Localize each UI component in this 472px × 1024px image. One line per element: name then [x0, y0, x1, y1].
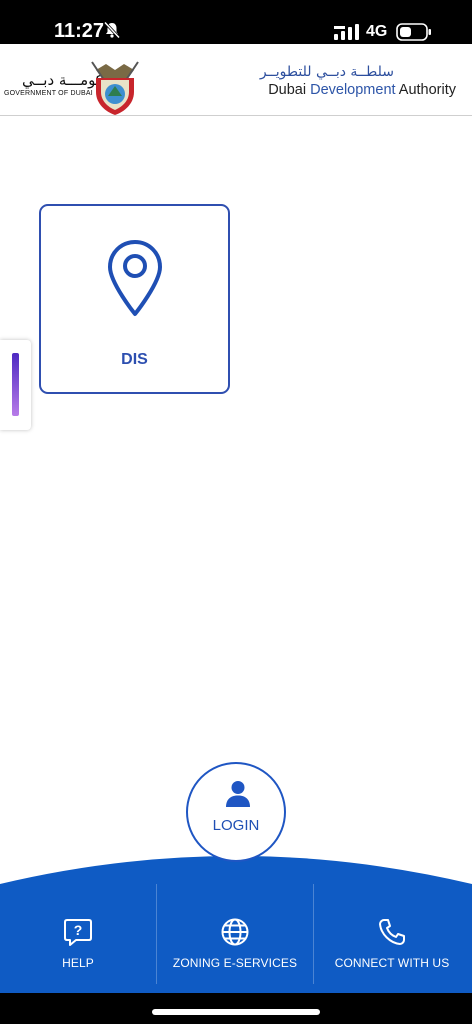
login-label: LOGIN [212, 817, 260, 834]
home-indicator[interactable] [152, 1009, 320, 1015]
header: حكومـــة دبــي GOVERNMENT OF DUBAI سلطــ… [0, 44, 472, 116]
help-button[interactable]: ? HELP [0, 884, 156, 993]
government-of-dubai-logo: حكومـــة دبــي GOVERNMENT OF DUBAI [2, 52, 142, 115]
dubai-emblem-icon [91, 61, 139, 115]
connect-with-us-button[interactable]: CONNECT WITH US [314, 884, 470, 993]
dda-logo-english: Dubai Development Authority [268, 82, 456, 98]
side-drawer-handle[interactable] [0, 340, 31, 430]
app-screen: حكومـــة دبــي GOVERNMENT OF DUBAI سلطــ… [0, 44, 472, 993]
bottom-nav: ? HELP ZONING E-SERVICES CONNECT WITH US [0, 762, 472, 993]
phone-icon [379, 919, 405, 945]
dda-logo-word-authority: Authority [395, 82, 456, 98]
side-handle-bar [12, 353, 19, 416]
network-label: 4G [366, 23, 388, 40]
zoning-e-services-button[interactable]: ZONING E-SERVICES [157, 884, 313, 993]
dubai-development-authority-logo: سلطــة دبــي للتطويــر Dubai Development… [260, 58, 468, 102]
map-pin-icon [108, 240, 162, 316]
dda-logo-word-dubai: Dubai [268, 82, 311, 98]
help-icon: ? [64, 919, 92, 946]
user-icon [226, 781, 250, 807]
status-bar: 11:27 4G [0, 0, 472, 44]
login-button[interactable]: LOGIN [186, 762, 286, 862]
svg-text:?: ? [74, 922, 83, 938]
dda-logo-arabic: سلطــة دبــي للتطويــر [259, 64, 394, 80]
signal-icon [334, 24, 359, 40]
status-time: 11:27 [54, 20, 105, 42]
dis-tile[interactable]: DIS [39, 204, 230, 394]
zoning-e-services-label: ZONING E-SERVICES [172, 956, 298, 970]
battery-icon [396, 23, 431, 41]
connect-with-us-label: CONNECT WITH US [334, 956, 450, 970]
help-label: HELP [62, 956, 94, 970]
gov-logo-english: GOVERNMENT OF DUBAI [4, 90, 93, 97]
bell-slash-icon [103, 21, 121, 39]
dda-logo-word-development: Development [310, 82, 396, 98]
dis-label: DIS [121, 351, 148, 368]
globe-icon [221, 918, 249, 946]
